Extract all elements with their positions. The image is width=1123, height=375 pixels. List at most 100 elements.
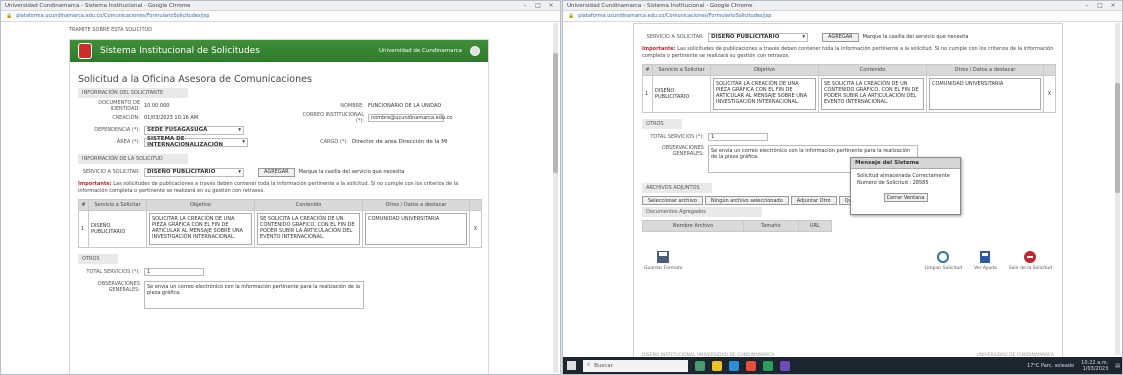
email-field[interactable]: nombre@ucundinamarca.edu.co — [368, 114, 452, 122]
right-title-bar: Universidad Cundinamarca - Sistema Insti… — [563, 1, 1122, 11]
col-content: Contenido — [818, 64, 927, 76]
save-button[interactable]: Guardar Formato — [644, 250, 682, 271]
lock-icon: 🔒 — [6, 13, 13, 19]
right-address-bar[interactable]: 🔒 plataforma.ucundinamarca.edu.co/Comuni… — [563, 11, 1122, 22]
exit-icon — [1024, 251, 1037, 263]
col-actions — [1043, 64, 1056, 76]
col-num: # — [78, 199, 89, 211]
delete-row-icon[interactable]: X — [469, 210, 482, 248]
clock[interactable]: 10:22 a.m. 1/03/2023 — [1081, 360, 1108, 372]
maximize-icon[interactable]: □ — [1095, 2, 1105, 9]
left-address-bar[interactable]: 🔒 plataforma.ucundinamarca.edu.co/Comuni… — [1, 11, 560, 22]
app-icon[interactable] — [780, 360, 790, 371]
user-menu-icon[interactable] — [470, 46, 480, 56]
content-textarea[interactable]: SE SOLICITA LA CREACIÓN DE UN CONTENIDO … — [821, 78, 924, 110]
service-select[interactable]: DISEÑO PUBLICITARIO ▾ — [144, 167, 244, 177]
service-value: DISEÑO PUBLICITARIO — [147, 169, 216, 175]
others-textarea[interactable]: COMUNIDAD UNIVERSITARIA — [365, 213, 467, 245]
cargo-value[interactable]: Director de area Dirección de la Mi — [352, 139, 448, 145]
exit-button[interactable]: Salir de la Solicitud — [1009, 250, 1052, 271]
left-scroll-thumb[interactable] — [553, 53, 558, 173]
name-value: FUNCIONARIO DE LA UNIDAD — [368, 103, 442, 109]
right-window-title: Universidad Cundinamarca - Sistema Insti… — [567, 2, 753, 9]
content-textarea[interactable]: SE SOLICITA LA CREACIÓN DE UN CONTENIDO … — [257, 213, 360, 245]
dialog-body: Solicitud almacenada Correctamente Numer… — [851, 169, 960, 191]
left-title-bar: Universidad Cundinamarca - Sistema Insti… — [1, 1, 560, 11]
sheets-icon[interactable] — [763, 360, 773, 371]
table-row: 1 DISEÑO PUBLICITARIO SOLICITAR LA CREAC… — [78, 210, 482, 248]
right-scroll-thumb[interactable] — [1115, 83, 1120, 193]
service-select[interactable]: DISEÑO PUBLICITARIO ▾ — [708, 32, 808, 42]
right-url[interactable]: plataforma.ucundinamarca.edu.co/Comunica… — [578, 13, 771, 19]
left-window-title: Universidad Cundinamarca - Sistema Insti… — [5, 2, 191, 9]
close-icon[interactable]: × — [1108, 2, 1118, 9]
attached-table: Nombre Archivo Tamaño URL — [642, 220, 833, 232]
row-num: 1 — [78, 210, 89, 248]
service-hint: Marque la casilla del servicio que neces… — [862, 34, 969, 40]
taskbar-search[interactable]: ⌕ Buscar — [583, 359, 688, 372]
search-icon: ⌕ — [587, 362, 591, 368]
weather-text[interactable]: 17°C Parc. soleado — [1027, 363, 1074, 369]
help-button[interactable]: Ver Ayuda — [974, 250, 997, 271]
minimize-icon[interactable]: – — [520, 2, 530, 9]
chrome-icon[interactable] — [746, 360, 756, 371]
objective-textarea[interactable]: SOLICITAR LA CREACIÓN DE UNA PIEZA GRÁFI… — [713, 78, 816, 110]
cargo-label: CARGO (*): — [320, 139, 348, 145]
services-table: # Servicio a Solicitar Objetivo Contenid… — [78, 199, 482, 248]
creation-label: CREACIÓN: — [112, 115, 140, 121]
row-others-cell: COMUNIDAD UNIVERSITARIA — [362, 210, 470, 248]
clock-date: 1/03/2023 — [1082, 365, 1109, 372]
landscape-widget-icon[interactable] — [695, 360, 705, 371]
file-explorer-icon[interactable] — [712, 360, 722, 371]
row-num: 1 — [642, 75, 653, 113]
left-topline: TRAMITE SOBRE ESTA SOLICITUD — [69, 27, 153, 33]
close-icon[interactable]: × — [546, 2, 556, 9]
right-scrollbar[interactable] — [1115, 23, 1120, 355]
university-name: Universidad de Cundinamarca — [378, 48, 462, 54]
help-label: Ver Ayuda — [974, 266, 997, 271]
observations-textarea[interactable]: Se envía un correo electrónico con la in… — [144, 281, 364, 309]
attachment-tabs: Seleccionar archivo Ningún archivo selec… — [642, 196, 1054, 205]
col-others: Otros / Datos a destacar — [362, 199, 470, 211]
tab-no-file[interactable]: Ningún archivo seleccionado — [704, 196, 789, 205]
tab-attach-other[interactable]: Adjuntar Otro — [790, 196, 837, 205]
chevron-down-icon: ▾ — [242, 139, 245, 145]
left-url[interactable]: plataforma.ucundinamarca.edu.co/Comunica… — [16, 13, 209, 19]
table-row: 1 DISEÑO PUBLICITARIO SOLICITAR LA CREAC… — [642, 75, 1056, 113]
minimize-icon[interactable]: – — [1082, 2, 1092, 9]
close-dialog-button[interactable]: Cerrar Ventana — [883, 193, 928, 202]
objective-textarea[interactable]: SOLICITAR LA CREACIÓN DE UNA PIEZA GRÁFI… — [149, 213, 252, 245]
attached-label: Documentos Agregados — [642, 207, 762, 217]
add-service-button[interactable]: AGREGAR — [258, 167, 295, 177]
col-service: Servicio a Solicitar — [88, 199, 147, 211]
row-others-cell: COMUNIDAD UNIVERSITARIA — [926, 75, 1044, 113]
add-service-button[interactable]: AGREGAR — [822, 32, 859, 42]
area-select[interactable]: SISTEMA DE INTERNACIONALIZACIÓN ▾ — [144, 136, 248, 148]
clear-button[interactable]: Limpiar Solicitud — [924, 250, 963, 271]
clear-label: Limpiar Solicitud — [924, 266, 963, 271]
dependency-select[interactable]: SEDE FUSAGASUGÁ ▾ — [144, 125, 244, 135]
service-hint: Marque la casilla del servicio que neces… — [298, 169, 405, 175]
col-file-size: Tamaño — [742, 220, 799, 232]
row-objective-cell: SOLICITAR LA CREACIÓN DE UNA PIEZA GRÁFI… — [146, 210, 255, 248]
important-note: Importante: Las solicitudes de publicaci… — [78, 181, 480, 195]
tab-select-file[interactable]: Seleccionar archivo — [642, 196, 703, 205]
notifications-icon[interactable]: ▤ — [1115, 363, 1120, 369]
others-textarea[interactable]: COMUNIDAD UNIVERSITARIA — [929, 78, 1041, 110]
delete-row-icon[interactable]: X — [1043, 75, 1056, 113]
right-page: SERVICIO A SOLICITAR: DISEÑO PUBLICITARI… — [633, 23, 1063, 363]
maximize-icon[interactable]: □ — [533, 2, 543, 9]
windows-start-icon[interactable] — [567, 361, 576, 370]
total-field[interactable]: 1 — [144, 268, 204, 276]
chevron-down-icon: ▾ — [238, 169, 241, 175]
left-scrollbar[interactable] — [553, 23, 558, 373]
col-file-url: URL — [797, 220, 833, 232]
left-browser-window: Universidad Cundinamarca - Sistema Insti… — [0, 0, 561, 375]
area-value: SISTEMA DE INTERNACIONALIZACIÓN — [147, 136, 224, 148]
creation-value: 01/03/2023 10:16 AM — [144, 115, 199, 121]
total-field[interactable]: 1 — [708, 133, 768, 141]
important-label: Importante: — [78, 181, 112, 187]
refresh-icon — [937, 251, 950, 263]
edge-icon[interactable] — [729, 360, 739, 371]
dialog-line-2: Numero de Solicitud : 28585 — [857, 180, 929, 186]
